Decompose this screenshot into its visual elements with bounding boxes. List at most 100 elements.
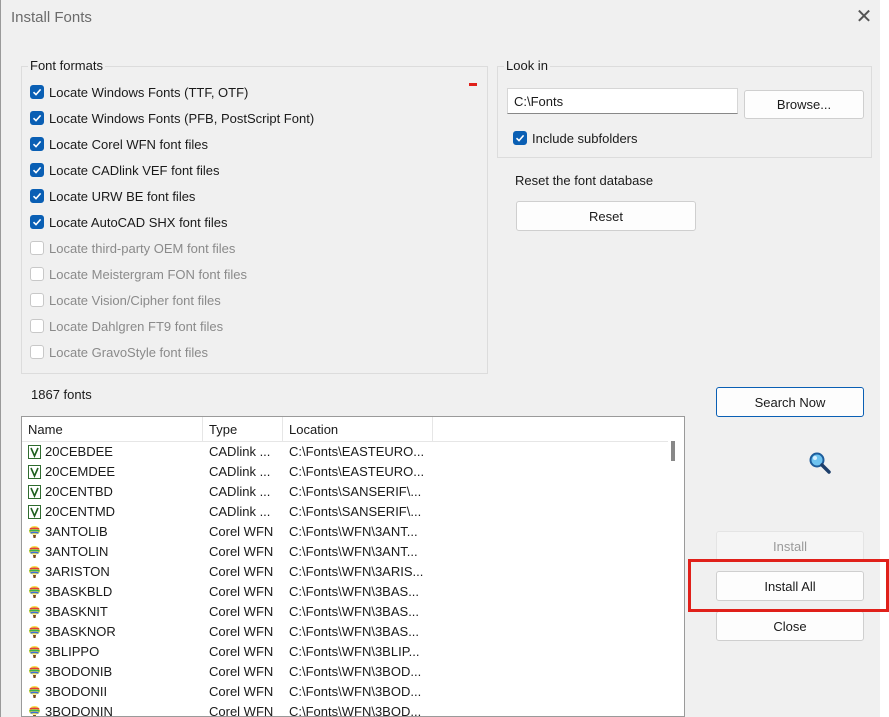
font-format-checkbox: Locate Dahlgren FT9 font files — [30, 316, 223, 336]
font-format-label: Locate Meistergram FON font files — [49, 266, 247, 282]
table-row[interactable]: 20CENTBD CADlink ... C:\Fonts\SANSERIF\... — [22, 482, 662, 502]
font-format-label: Locate GravoStyle font files — [49, 344, 208, 360]
font-type-cell: Corel WFN — [209, 604, 274, 619]
font-count-label: 1867 fonts — [31, 387, 92, 402]
font-format-checkbox[interactable]: Locate Windows Fonts (TTF, OTF) — [30, 82, 248, 102]
font-location-cell: C:\Fonts\WFN\3BAS... — [289, 604, 420, 619]
checkbox-checked-icon[interactable] — [30, 163, 44, 177]
fonts-list[interactable]: Name Type Location 20CEBDEE CADlink ... C:… — [21, 416, 685, 717]
font-format-label: Locate Windows Fonts (PFB, PostScript Fo… — [49, 110, 315, 126]
font-type-cell: Corel WFN — [209, 524, 274, 539]
font-format-checkbox: Locate GravoStyle font files — [30, 342, 208, 362]
font-type-cell: CADlink ... — [209, 484, 271, 499]
font-location-cell: C:\Fonts\EASTEURO... — [289, 444, 425, 459]
font-location-cell: C:\Fonts\WFN\3BOD... — [289, 684, 422, 699]
font-location-cell: C:\Fonts\WFN\3BLIP... — [289, 644, 420, 659]
font-location-cell: C:\Fonts\WFN\3ANT... — [289, 544, 418, 559]
font-location-cell: C:\Fonts\EASTEURO... — [289, 464, 425, 479]
magnifier-icon — [809, 452, 831, 474]
table-row[interactable]: 3ANTOLIB Corel WFN C:\Fonts\WFN\3ANT... — [22, 522, 662, 542]
font-type-cell: Corel WFN — [209, 584, 274, 599]
font-name-cell: 3BASKBLD — [45, 584, 113, 599]
checkbox-checked-icon[interactable] — [30, 111, 44, 125]
column-header-location[interactable]: Location — [283, 417, 433, 441]
table-row[interactable]: 3BODONII Corel WFN C:\Fonts\WFN\3BOD... — [22, 682, 662, 702]
table-row[interactable]: 3BASKBLD Corel WFN C:\Fonts\WFN\3BAS... — [22, 582, 662, 602]
close-icon[interactable]: ✕ — [853, 6, 875, 28]
font-format-label: Locate AutoCAD SHX font files — [49, 214, 228, 230]
checkbox-checked-icon[interactable] — [30, 137, 44, 151]
font-name-cell: 3BODONIN — [45, 704, 113, 717]
font-format-checkbox[interactable]: Locate URW BE font files — [30, 186, 195, 206]
vertical-scrollbar[interactable] — [668, 417, 684, 716]
column-header-name[interactable]: Name — [22, 417, 203, 441]
checkbox-checked-icon[interactable] — [30, 215, 44, 229]
font-type-cell: CADlink ... — [209, 444, 271, 459]
table-row[interactable]: 20CEBDEE CADlink ... C:\Fonts\EASTEURO... — [22, 442, 662, 462]
font-name-cell: 3ARISTON — [45, 564, 110, 579]
checkbox-checked-icon[interactable] — [513, 131, 527, 145]
checkbox-unchecked-icon — [30, 241, 44, 255]
table-row[interactable]: 3BASKNIT Corel WFN C:\Fonts\WFN\3BAS... — [22, 602, 662, 622]
font-format-checkbox[interactable]: Locate AutoCAD SHX font files — [30, 212, 227, 232]
table-row[interactable]: 20CENTMD CADlink ... C:\Fonts\SANSERIF\... — [22, 502, 662, 522]
checkbox-unchecked-icon — [30, 267, 44, 281]
font-type-cell: CADlink ... — [209, 504, 271, 519]
reset-button[interactable]: Reset — [516, 201, 696, 231]
font-name-cell: 3BLIPPO — [45, 644, 100, 659]
list-header: Name Type Location — [22, 417, 684, 442]
search-now-button[interactable]: Search Now — [716, 387, 864, 417]
font-format-checkbox[interactable]: Locate CADlink VEF font files — [30, 160, 220, 180]
font-location-cell: C:\Fonts\WFN\3ANT... — [289, 524, 418, 539]
title-bar: Install Fonts ✕ — [1, 0, 880, 36]
font-formats-legend: Font formats — [28, 58, 105, 73]
table-row[interactable]: 3ANTOLIN Corel WFN C:\Fonts\WFN\3ANT... — [22, 542, 662, 562]
font-format-checkbox: Locate third-party OEM font files — [30, 238, 235, 258]
install-button[interactable]: Install — [716, 531, 864, 561]
font-type-cell: Corel WFN — [209, 704, 274, 717]
checkbox-checked-icon[interactable] — [30, 85, 44, 99]
font-name-cell: 3BASKNIT — [45, 604, 108, 619]
include-subfolders-checkbox[interactable]: Include subfolders — [513, 128, 638, 148]
font-location-cell: C:\Fonts\SANSERIF\... — [289, 504, 422, 519]
font-format-label: Locate Dahlgren FT9 font files — [49, 318, 224, 334]
close-button[interactable]: Close — [716, 611, 864, 641]
font-location-cell: C:\Fonts\WFN\3BAS... — [289, 584, 420, 599]
checkbox-unchecked-icon — [30, 319, 44, 333]
font-location-cell: C:\Fonts\WFN\3ARIS... — [289, 564, 424, 579]
checkbox-unchecked-icon — [30, 293, 44, 307]
reset-heading: Reset the font database — [515, 173, 654, 188]
font-format-checkbox[interactable]: Locate Corel WFN font files — [30, 134, 208, 154]
font-name-cell: 20CENTMD — [45, 504, 116, 519]
scrollbar-thumb[interactable] — [671, 441, 675, 461]
table-row[interactable]: 3ARISTON Corel WFN C:\Fonts\WFN\3ARIS... — [22, 562, 662, 582]
include-subfolders-label: Include subfolders — [532, 130, 638, 146]
font-format-checkbox[interactable]: Locate Windows Fonts (PFB, PostScript Fo… — [30, 108, 314, 128]
font-name-cell: 3BASKNOR — [45, 624, 116, 639]
table-row[interactable]: 3BODONIN Corel WFN C:\Fonts\WFN\3BOD... — [22, 702, 662, 717]
font-name-cell: 3BODONIB — [45, 664, 113, 679]
checkbox-checked-icon[interactable] — [30, 189, 44, 203]
font-format-checkbox: Locate Vision/Cipher font files — [30, 290, 221, 310]
font-formats-group: Font formats Locate Windows Fonts (TTF, … — [21, 58, 488, 374]
font-type-cell: Corel WFN — [209, 624, 274, 639]
font-location-cell: C:\Fonts\WFN\3BOD... — [289, 704, 422, 717]
look-in-path-input[interactable]: C:\Fonts — [507, 88, 738, 114]
column-header-type[interactable]: Type — [203, 417, 283, 441]
dialog-title: Install Fonts — [11, 9, 92, 26]
font-format-label: Locate third-party OEM font files — [49, 240, 236, 256]
font-type-cell: Corel WFN — [209, 684, 274, 699]
table-row[interactable]: 20CEMDEE CADlink ... C:\Fonts\EASTEURO... — [22, 462, 662, 482]
look-in-path-value: C:\Fonts — [514, 93, 564, 109]
font-location-cell: C:\Fonts\WFN\3BOD... — [289, 664, 422, 679]
table-row[interactable]: 3BODONIB Corel WFN C:\Fonts\WFN\3BOD... — [22, 662, 662, 682]
install-all-button[interactable]: Install All — [716, 571, 864, 601]
font-name-cell: 3BODONII — [45, 684, 108, 699]
browse-button[interactable]: Browse... — [744, 90, 864, 119]
table-row[interactable]: 3BLIPPO Corel WFN C:\Fonts\WFN\3BLIP... — [22, 642, 662, 662]
font-format-label: Locate URW BE font files — [49, 188, 196, 204]
table-row[interactable]: 3BASKNOR Corel WFN C:\Fonts\WFN\3BAS... — [22, 622, 662, 642]
font-format-label: Locate Corel WFN font files — [49, 136, 208, 152]
font-name-cell: 3ANTOLIN — [45, 544, 109, 559]
font-format-checkbox: Locate Meistergram FON font files — [30, 264, 247, 284]
